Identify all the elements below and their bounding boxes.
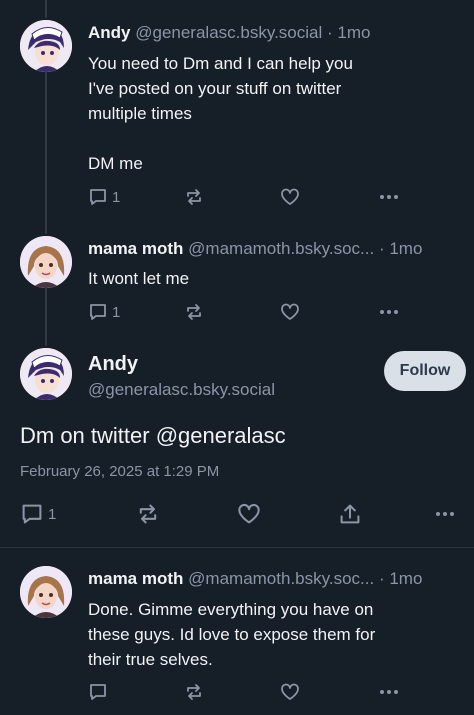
post-age: 1mo bbox=[389, 569, 423, 588]
reply-button[interactable]: 1 bbox=[20, 500, 56, 528]
thread-line bbox=[45, 0, 47, 18]
share-button[interactable] bbox=[338, 500, 362, 528]
author-handle[interactable]: @generalasc.bsky.social bbox=[135, 23, 322, 42]
repost-button[interactable] bbox=[136, 500, 160, 528]
reply-count: 1 bbox=[112, 303, 121, 321]
post-age: 1mo bbox=[389, 239, 423, 258]
reply-button[interactable]: 1 bbox=[88, 183, 120, 211]
moth-avatar-icon bbox=[20, 566, 72, 618]
more-dots-icon bbox=[436, 512, 454, 516]
post-actions: 1 bbox=[20, 500, 460, 528]
more-options-button[interactable] bbox=[434, 500, 456, 528]
post-line: multiple times bbox=[88, 104, 192, 123]
anime-avatar-icon bbox=[20, 348, 72, 400]
post-line: You need to Dm and I can help you bbox=[88, 54, 353, 73]
post-line: I've posted on your stuff on twitter bbox=[88, 79, 342, 98]
post-line: DM me bbox=[88, 154, 143, 173]
like-button[interactable] bbox=[280, 678, 300, 706]
post-timestamp: February 26, 2025 at 1:29 PM bbox=[20, 463, 220, 480]
reply-icon bbox=[90, 189, 106, 205]
like-button[interactable] bbox=[280, 298, 300, 326]
post-actions: 1 bbox=[88, 183, 448, 211]
repost-button[interactable] bbox=[184, 298, 204, 326]
author-handle[interactable]: @generalasc.bsky.social bbox=[88, 380, 275, 400]
author-handle[interactable]: @mamamoth.bsky.soc... bbox=[188, 239, 374, 258]
post-line: It wont let me bbox=[88, 269, 190, 288]
reply-button[interactable]: 1 bbox=[88, 298, 120, 326]
author-name[interactable]: mama moth bbox=[88, 569, 183, 588]
post-body: You need to Dm and I can help you I've p… bbox=[88, 51, 454, 176]
post-actions: 1 bbox=[88, 298, 448, 326]
avatar[interactable] bbox=[20, 20, 72, 72]
reply-icon bbox=[90, 684, 106, 700]
more-dots-icon bbox=[380, 310, 398, 314]
heart-icon bbox=[281, 303, 299, 320]
heart-icon bbox=[281, 683, 299, 700]
post-line: their true selves. bbox=[88, 650, 213, 669]
post-line: these guys. Id love to expose them for bbox=[88, 625, 376, 644]
post-age: 1mo bbox=[337, 23, 371, 42]
post-line bbox=[88, 126, 454, 151]
reply-count: 1 bbox=[112, 188, 121, 206]
anime-avatar-icon bbox=[20, 20, 72, 72]
post-line: Done. Gimme everything you have on bbox=[88, 600, 374, 619]
separator: · bbox=[378, 239, 385, 258]
repost-icon bbox=[139, 504, 157, 524]
more-options-button[interactable] bbox=[378, 678, 400, 706]
post-body: Dm on twitter @generalasc bbox=[20, 423, 286, 448]
heart-icon bbox=[238, 503, 260, 524]
post-header: mama moth @mamamoth.bsky.soc... · 1mo bbox=[88, 238, 466, 260]
avatar[interactable] bbox=[20, 348, 72, 400]
reply-count: 1 bbox=[48, 505, 57, 523]
reply-button[interactable] bbox=[88, 678, 108, 706]
post-body: Done. Gimme everything you have on these… bbox=[88, 597, 454, 672]
repost-button[interactable] bbox=[184, 678, 204, 706]
post-body: It wont let me bbox=[88, 266, 454, 291]
more-dots-icon bbox=[380, 195, 398, 199]
more-options-button[interactable] bbox=[378, 298, 400, 326]
post-header: mama moth @mamamoth.bsky.soc... · 1mo bbox=[88, 568, 466, 590]
reply-icon bbox=[22, 504, 42, 524]
moth-avatar-icon bbox=[20, 236, 72, 288]
repost-icon bbox=[187, 304, 201, 320]
separator: · bbox=[378, 569, 385, 588]
more-options-button[interactable] bbox=[378, 183, 400, 211]
follow-button[interactable]: Follow bbox=[384, 351, 466, 391]
like-button[interactable] bbox=[236, 500, 262, 528]
avatar[interactable] bbox=[20, 236, 72, 288]
thread-line bbox=[45, 288, 47, 346]
more-dots-icon bbox=[380, 690, 398, 694]
like-button[interactable] bbox=[280, 183, 300, 211]
repost-icon bbox=[187, 189, 201, 205]
separator: · bbox=[327, 23, 333, 42]
author-name[interactable]: Andy bbox=[88, 23, 131, 42]
divider bbox=[0, 547, 474, 548]
repost-icon bbox=[187, 684, 201, 700]
reply-icon bbox=[90, 304, 106, 320]
heart-icon bbox=[281, 188, 299, 205]
author-handle[interactable]: @mamamoth.bsky.soc... bbox=[188, 569, 374, 588]
share-icon bbox=[340, 504, 360, 524]
post-header: Andy @generalasc.bsky.social · 1mo bbox=[88, 22, 466, 44]
repost-button[interactable] bbox=[184, 183, 204, 211]
thread-line bbox=[45, 72, 47, 234]
post-actions bbox=[88, 678, 448, 706]
avatar[interactable] bbox=[20, 566, 72, 618]
author-name[interactable]: mama moth bbox=[88, 239, 183, 258]
author-name[interactable]: Andy bbox=[88, 353, 138, 376]
